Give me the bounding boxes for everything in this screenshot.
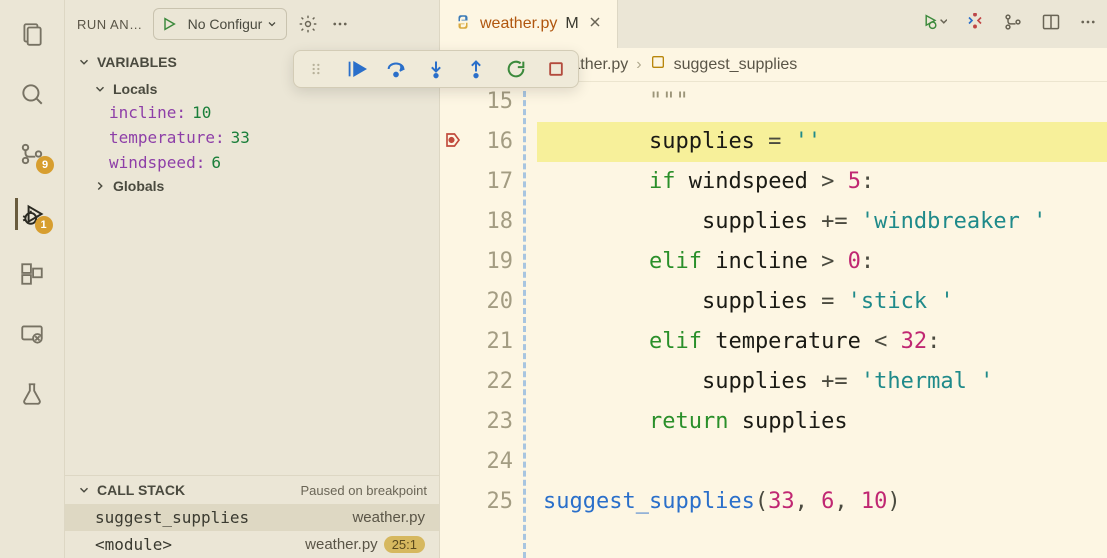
frame-file: weather.py [305,536,378,553]
variable-value: 10 [192,103,211,122]
variables-panel: Locals incline: 10temperature: 33windspe… [65,76,439,207]
continue-button[interactable] [344,57,368,81]
diff-icon[interactable] [965,13,985,36]
chevron-down-icon [77,483,91,497]
line-number: 25 [465,482,513,522]
step-into-button[interactable] [424,57,448,81]
start-debug-icon[interactable] [154,16,184,32]
config-dropdown[interactable]: No Configur [184,16,287,32]
variable-name: temperature: [109,128,225,147]
tab-weather[interactable]: weather.py M [440,0,618,48]
restart-button[interactable] [504,57,528,81]
code-line[interactable]: supplies += 'windbreaker ' [537,202,1107,242]
line-number: 24 [465,442,513,482]
frame-line: 25:1 [384,536,425,553]
code-line[interactable]: return supplies [537,402,1107,442]
callstack-panel: CALL STACK Paused on breakpoint suggest_… [65,475,439,558]
chevron-down-icon [93,82,107,96]
run-debug-title: RUN AN… [77,17,143,32]
tab-modified-indicator: M [565,15,578,33]
breadcrumb-symbol[interactable]: suggest_supplies [674,56,798,74]
breakpoint-current-icon[interactable] [444,130,462,155]
run-debug-dropdown-icon[interactable] [923,12,947,37]
explorer-icon[interactable] [16,18,48,50]
variable-value: 6 [211,153,221,172]
variable-value: 33 [231,128,250,147]
more-icon[interactable] [329,15,351,33]
line-number: 18 [465,202,513,242]
python-icon [454,13,472,36]
globals-scope[interactable]: Globals [65,175,439,197]
variable-row[interactable]: windspeed: 6 [65,150,439,175]
code-line[interactable]: supplies = 'stick ' [537,282,1107,322]
chevron-right-icon: › [636,56,641,74]
line-number: 23 [465,402,513,442]
line-number: 15 [465,82,513,122]
code-editor[interactable]: 1516171819202122232425 """ supplies = ''… [440,82,1107,558]
stack-frame[interactable]: <module> weather.py 25:1 [65,531,439,558]
scm-badge: 9 [36,156,54,174]
close-icon[interactable] [587,14,603,35]
callstack-header[interactable]: CALL STACK Paused on breakpoint [65,476,439,504]
chevron-right-icon [93,179,107,193]
line-number: 22 [465,362,513,402]
activity-bar: 9 1 [0,0,65,558]
frame-function: suggest_supplies [95,508,249,527]
editor-actions [923,12,1097,37]
scm-toolbar-icon[interactable] [1003,12,1023,37]
symbol-icon [650,54,666,75]
variable-name: incline: [109,103,186,122]
debug-badge: 1 [35,216,53,234]
gear-icon[interactable] [297,14,319,34]
stop-button[interactable] [544,57,568,81]
run-debug-header: RUN AN… No Configur [65,0,439,48]
frame-file: weather.py [352,509,425,526]
extensions-icon[interactable] [16,258,48,290]
step-over-button[interactable] [384,57,408,81]
tab-bar: weather.py M [440,0,1107,48]
tab-filename: weather.py [480,15,557,33]
code-line[interactable] [537,442,1107,482]
code-line[interactable]: elif temperature < 32: [537,322,1107,362]
search-icon[interactable] [16,78,48,110]
step-out-button[interactable] [464,57,488,81]
debug-toolbar[interactable] [293,50,579,88]
code-line[interactable]: suggest_supplies(33, 6, 10) [537,482,1107,522]
debug-icon[interactable]: 1 [15,198,47,230]
run-config-selector[interactable]: No Configur [153,8,288,40]
line-number: 20 [465,282,513,322]
sidebar: RUN AN… No Configur VARIABLES [65,0,440,558]
stack-frame[interactable]: suggest_supplies weather.py [65,504,439,531]
paused-label: Paused on breakpoint [301,483,427,498]
code-line[interactable]: """ [537,82,1107,122]
code-line[interactable]: if windspeed > 5: [537,162,1107,202]
code-line[interactable]: elif incline > 0: [537,242,1107,282]
split-editor-icon[interactable] [1041,12,1061,37]
variable-row[interactable]: incline: 10 [65,100,439,125]
scm-icon[interactable]: 9 [16,138,48,170]
variable-row[interactable]: temperature: 33 [65,125,439,150]
code-line[interactable]: supplies += 'thermal ' [537,362,1107,402]
line-number: 17 [465,162,513,202]
line-number: 19 [465,242,513,282]
frame-function: <module> [95,535,172,554]
line-number: 21 [465,322,513,362]
chevron-down-icon [266,18,278,30]
code-line[interactable]: supplies = '' [537,122,1107,162]
drag-handle-icon[interactable] [304,57,328,81]
variable-name: windspeed: [109,153,205,172]
more-icon[interactable] [1079,13,1097,36]
remote-icon[interactable] [16,318,48,350]
beaker-icon[interactable] [16,378,48,410]
line-number: 16 [465,122,513,162]
chevron-down-icon [77,55,91,69]
